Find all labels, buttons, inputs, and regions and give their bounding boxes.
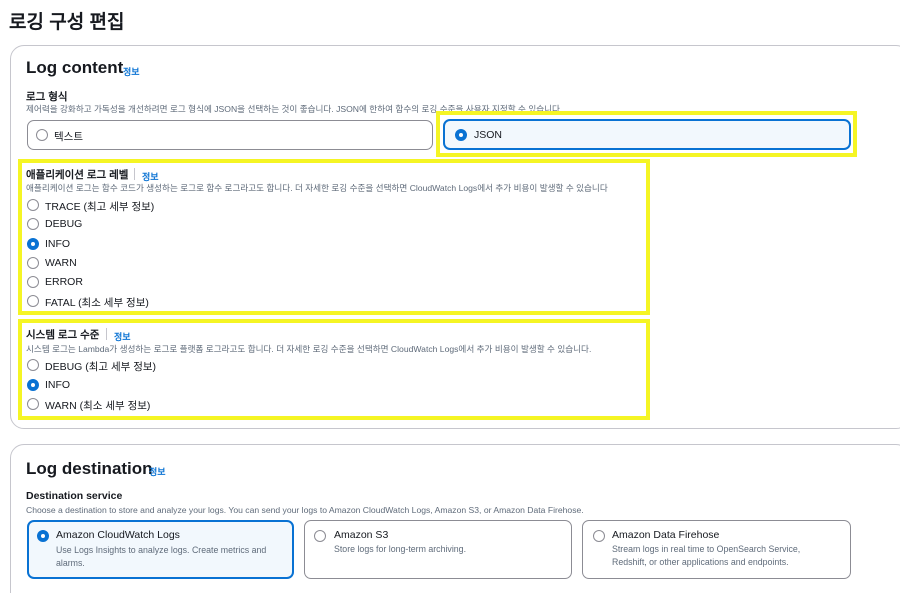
sys-level-debug-radio[interactable] <box>27 359 39 371</box>
destination-s3-tile[interactable]: Amazon S3 Store logs for long-term archi… <box>304 520 572 579</box>
app-level-debug-radio[interactable] <box>27 218 39 230</box>
app-level-info-label[interactable]: INFO <box>45 238 70 250</box>
destination-firehose-description: Stream logs in real time to OpenSearch S… <box>612 544 801 567</box>
sys-level-info-label[interactable]: INFO <box>45 379 70 391</box>
page-title: 로깅 구성 편집 <box>9 12 125 33</box>
system-log-level-label: 시스템 로그 수준 <box>26 329 100 341</box>
log-format-label: 로그 형식 <box>26 91 68 103</box>
system-log-level-description: 시스템 로그는 Lambda가 생성하는 로그로 플랫폼 로그라고도 합니다. … <box>26 344 592 354</box>
app-level-warn-radio[interactable] <box>27 257 39 269</box>
destination-firehose-tile[interactable]: Amazon Data Firehose Stream logs in real… <box>582 520 851 579</box>
app-level-trace-label[interactable]: TRACE (최고 세부 정보) <box>45 199 154 214</box>
destination-firehose-title: Amazon Data Firehose <box>612 529 720 541</box>
app-level-error-radio[interactable] <box>27 276 39 288</box>
app-level-warn-label[interactable]: WARN <box>45 257 77 269</box>
app-level-debug-label[interactable]: DEBUG <box>45 218 82 230</box>
app-log-level-label: 애플리케이션 로그 레벨 <box>26 169 129 181</box>
log-format-text-label: 텍스트 <box>54 131 83 143</box>
app-level-trace-radio[interactable] <box>27 199 39 211</box>
sys-level-warn-radio[interactable] <box>27 398 39 410</box>
destination-s3-title: Amazon S3 <box>334 529 389 541</box>
app-level-fatal-label[interactable]: FATAL (최소 세부 정보) <box>45 295 149 310</box>
system-log-level-info-link[interactable]: 정보 <box>114 330 131 343</box>
destination-cloudwatch-title: Amazon CloudWatch Logs <box>56 529 180 541</box>
app-level-fatal-radio[interactable] <box>27 295 39 307</box>
log-format-json-tile[interactable]: JSON <box>443 119 851 150</box>
log-destination-title: Log destination <box>26 459 153 478</box>
log-format-json-radio[interactable] <box>455 129 467 141</box>
app-level-error-label[interactable]: ERROR <box>45 276 83 288</box>
app-level-info-radio[interactable] <box>27 238 39 250</box>
log-content-title: Log content <box>26 58 124 77</box>
destination-firehose-radio[interactable] <box>593 530 605 542</box>
app-log-level-description: 애플리케이션 로그는 함수 코드가 생성하는 로그로 함수 로그라고도 합니다.… <box>26 183 608 193</box>
separator <box>106 328 107 340</box>
sys-level-warn-label[interactable]: WARN (최소 세부 정보) <box>45 398 150 413</box>
sys-level-info-radio[interactable] <box>27 379 39 391</box>
destination-s3-radio[interactable] <box>314 530 326 542</box>
log-destination-info-link[interactable]: 정보 <box>149 465 166 478</box>
destination-cloudwatch-radio[interactable] <box>37 530 49 542</box>
log-format-text-tile[interactable]: 텍스트 <box>27 120 433 150</box>
log-format-description: 제어력을 강화하고 가독성을 개선하려면 로그 형식에 JSON을 선택하는 것… <box>26 104 560 114</box>
log-format-text-radio[interactable] <box>36 129 48 141</box>
destination-service-label: Destination service <box>26 490 123 502</box>
destination-service-description: Choose a destination to store and analyz… <box>26 505 584 515</box>
destination-cloudwatch-description: Use Logs Insights to analyze logs. Creat… <box>56 545 267 568</box>
log-content-info-link[interactable]: 정보 <box>123 65 140 78</box>
separator <box>134 168 135 180</box>
log-format-json-label: JSON <box>474 129 503 141</box>
sys-level-debug-label[interactable]: DEBUG (최고 세부 정보) <box>45 359 156 374</box>
destination-cloudwatch-tile[interactable]: Amazon CloudWatch Logs Use Logs Insights… <box>27 520 294 579</box>
destination-s3-description: Store logs for long-term archiving. <box>334 544 467 554</box>
